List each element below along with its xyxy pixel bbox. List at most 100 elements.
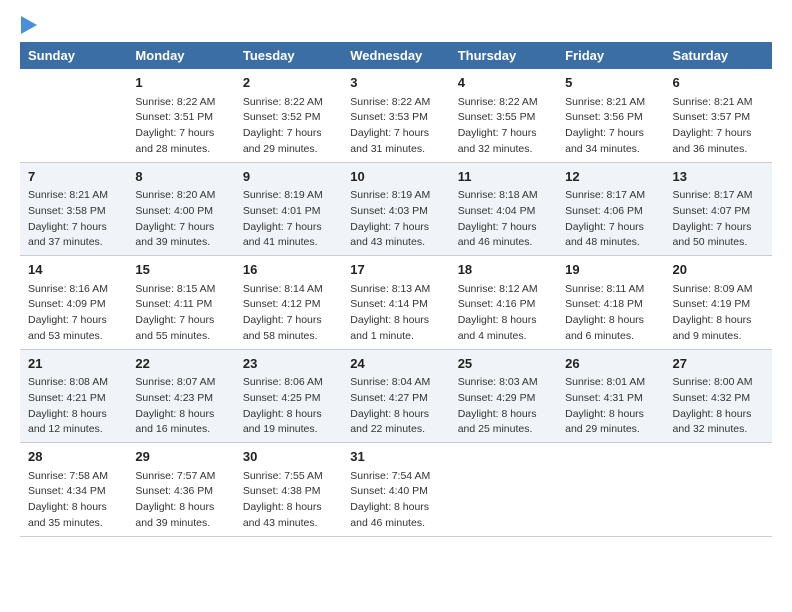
calendar-cell: 14Sunrise: 8:16 AMSunset: 4:09 PMDayligh… [20,256,127,350]
cell-info: Sunrise: 8:19 AMSunset: 4:03 PMDaylight:… [350,188,441,251]
cell-info: Sunrise: 8:19 AMSunset: 4:01 PMDaylight:… [243,188,334,251]
header-day-monday: Monday [127,42,234,69]
day-number: 18 [458,260,549,280]
calendar-week-row: 1Sunrise: 8:22 AMSunset: 3:51 PMDaylight… [20,69,772,162]
calendar-cell: 12Sunrise: 8:17 AMSunset: 4:06 PMDayligh… [557,162,664,256]
calendar-cell: 5Sunrise: 8:21 AMSunset: 3:56 PMDaylight… [557,69,664,162]
cell-info: Sunrise: 8:22 AMSunset: 3:52 PMDaylight:… [243,95,334,158]
cell-info: Sunrise: 8:22 AMSunset: 3:51 PMDaylight:… [135,95,226,158]
cell-info: Sunrise: 8:22 AMSunset: 3:53 PMDaylight:… [350,95,441,158]
calendar-cell: 20Sunrise: 8:09 AMSunset: 4:19 PMDayligh… [665,256,772,350]
header-day-thursday: Thursday [450,42,557,69]
cell-info: Sunrise: 8:16 AMSunset: 4:09 PMDaylight:… [28,282,119,345]
calendar-cell: 27Sunrise: 8:00 AMSunset: 4:32 PMDayligh… [665,349,772,443]
logo [20,16,37,34]
cell-info: Sunrise: 8:21 AMSunset: 3:57 PMDaylight:… [673,95,764,158]
calendar-header-row: SundayMondayTuesdayWednesdayThursdayFrid… [20,42,772,69]
cell-info: Sunrise: 8:17 AMSunset: 4:06 PMDaylight:… [565,188,656,251]
calendar-cell: 13Sunrise: 8:17 AMSunset: 4:07 PMDayligh… [665,162,772,256]
day-number: 10 [350,167,441,187]
calendar-cell: 4Sunrise: 8:22 AMSunset: 3:55 PMDaylight… [450,69,557,162]
day-number: 1 [135,73,226,93]
day-number: 27 [673,354,764,374]
calendar-cell: 19Sunrise: 8:11 AMSunset: 4:18 PMDayligh… [557,256,664,350]
header-day-wednesday: Wednesday [342,42,449,69]
calendar-cell: 10Sunrise: 8:19 AMSunset: 4:03 PMDayligh… [342,162,449,256]
cell-info: Sunrise: 8:14 AMSunset: 4:12 PMDaylight:… [243,282,334,345]
calendar-cell: 30Sunrise: 7:55 AMSunset: 4:38 PMDayligh… [235,443,342,537]
day-number: 13 [673,167,764,187]
calendar-cell: 23Sunrise: 8:06 AMSunset: 4:25 PMDayligh… [235,349,342,443]
day-number: 8 [135,167,226,187]
day-number: 25 [458,354,549,374]
day-number: 3 [350,73,441,93]
day-number: 9 [243,167,334,187]
day-number: 26 [565,354,656,374]
calendar-week-row: 14Sunrise: 8:16 AMSunset: 4:09 PMDayligh… [20,256,772,350]
day-number: 21 [28,354,119,374]
cell-info: Sunrise: 7:58 AMSunset: 4:34 PMDaylight:… [28,469,119,532]
cell-info: Sunrise: 8:21 AMSunset: 3:58 PMDaylight:… [28,188,119,251]
cell-info: Sunrise: 8:08 AMSunset: 4:21 PMDaylight:… [28,375,119,438]
cell-info: Sunrise: 8:11 AMSunset: 4:18 PMDaylight:… [565,282,656,345]
calendar-cell: 16Sunrise: 8:14 AMSunset: 4:12 PMDayligh… [235,256,342,350]
calendar-week-row: 28Sunrise: 7:58 AMSunset: 4:34 PMDayligh… [20,443,772,537]
day-number: 23 [243,354,334,374]
cell-info: Sunrise: 8:03 AMSunset: 4:29 PMDaylight:… [458,375,549,438]
header [20,16,772,34]
calendar-cell: 11Sunrise: 8:18 AMSunset: 4:04 PMDayligh… [450,162,557,256]
calendar-cell: 6Sunrise: 8:21 AMSunset: 3:57 PMDaylight… [665,69,772,162]
day-number: 20 [673,260,764,280]
day-number: 31 [350,447,441,467]
cell-info: Sunrise: 7:57 AMSunset: 4:36 PMDaylight:… [135,469,226,532]
day-number: 17 [350,260,441,280]
day-number: 12 [565,167,656,187]
calendar-cell [665,443,772,537]
cell-info: Sunrise: 8:07 AMSunset: 4:23 PMDaylight:… [135,375,226,438]
cell-info: Sunrise: 7:54 AMSunset: 4:40 PMDaylight:… [350,469,441,532]
header-day-friday: Friday [557,42,664,69]
calendar-cell [20,69,127,162]
cell-info: Sunrise: 8:22 AMSunset: 3:55 PMDaylight:… [458,95,549,158]
calendar-cell: 29Sunrise: 7:57 AMSunset: 4:36 PMDayligh… [127,443,234,537]
day-number: 4 [458,73,549,93]
day-number: 14 [28,260,119,280]
day-number: 28 [28,447,119,467]
cell-info: Sunrise: 8:18 AMSunset: 4:04 PMDaylight:… [458,188,549,251]
cell-info: Sunrise: 8:15 AMSunset: 4:11 PMDaylight:… [135,282,226,345]
cell-info: Sunrise: 7:55 AMSunset: 4:38 PMDaylight:… [243,469,334,532]
calendar-cell: 31Sunrise: 7:54 AMSunset: 4:40 PMDayligh… [342,443,449,537]
calendar-week-row: 7Sunrise: 8:21 AMSunset: 3:58 PMDaylight… [20,162,772,256]
cell-info: Sunrise: 8:17 AMSunset: 4:07 PMDaylight:… [673,188,764,251]
day-number: 7 [28,167,119,187]
day-number: 15 [135,260,226,280]
calendar-cell: 24Sunrise: 8:04 AMSunset: 4:27 PMDayligh… [342,349,449,443]
calendar-cell: 7Sunrise: 8:21 AMSunset: 3:58 PMDaylight… [20,162,127,256]
cell-info: Sunrise: 8:04 AMSunset: 4:27 PMDaylight:… [350,375,441,438]
cell-info: Sunrise: 8:12 AMSunset: 4:16 PMDaylight:… [458,282,549,345]
day-number: 19 [565,260,656,280]
calendar-week-row: 21Sunrise: 8:08 AMSunset: 4:21 PMDayligh… [20,349,772,443]
calendar-cell: 18Sunrise: 8:12 AMSunset: 4:16 PMDayligh… [450,256,557,350]
header-day-tuesday: Tuesday [235,42,342,69]
calendar-cell: 22Sunrise: 8:07 AMSunset: 4:23 PMDayligh… [127,349,234,443]
calendar-cell [450,443,557,537]
calendar-cell: 9Sunrise: 8:19 AMSunset: 4:01 PMDaylight… [235,162,342,256]
calendar-cell: 17Sunrise: 8:13 AMSunset: 4:14 PMDayligh… [342,256,449,350]
day-number: 6 [673,73,764,93]
calendar-cell: 28Sunrise: 7:58 AMSunset: 4:34 PMDayligh… [20,443,127,537]
day-number: 24 [350,354,441,374]
calendar-cell: 2Sunrise: 8:22 AMSunset: 3:52 PMDaylight… [235,69,342,162]
calendar-cell: 8Sunrise: 8:20 AMSunset: 4:00 PMDaylight… [127,162,234,256]
cell-info: Sunrise: 8:21 AMSunset: 3:56 PMDaylight:… [565,95,656,158]
calendar-cell: 21Sunrise: 8:08 AMSunset: 4:21 PMDayligh… [20,349,127,443]
calendar-cell: 3Sunrise: 8:22 AMSunset: 3:53 PMDaylight… [342,69,449,162]
day-number: 16 [243,260,334,280]
day-number: 30 [243,447,334,467]
cell-info: Sunrise: 8:13 AMSunset: 4:14 PMDaylight:… [350,282,441,345]
calendar-cell: 26Sunrise: 8:01 AMSunset: 4:31 PMDayligh… [557,349,664,443]
cell-info: Sunrise: 8:01 AMSunset: 4:31 PMDaylight:… [565,375,656,438]
calendar-cell: 25Sunrise: 8:03 AMSunset: 4:29 PMDayligh… [450,349,557,443]
day-number: 29 [135,447,226,467]
cell-info: Sunrise: 8:09 AMSunset: 4:19 PMDaylight:… [673,282,764,345]
